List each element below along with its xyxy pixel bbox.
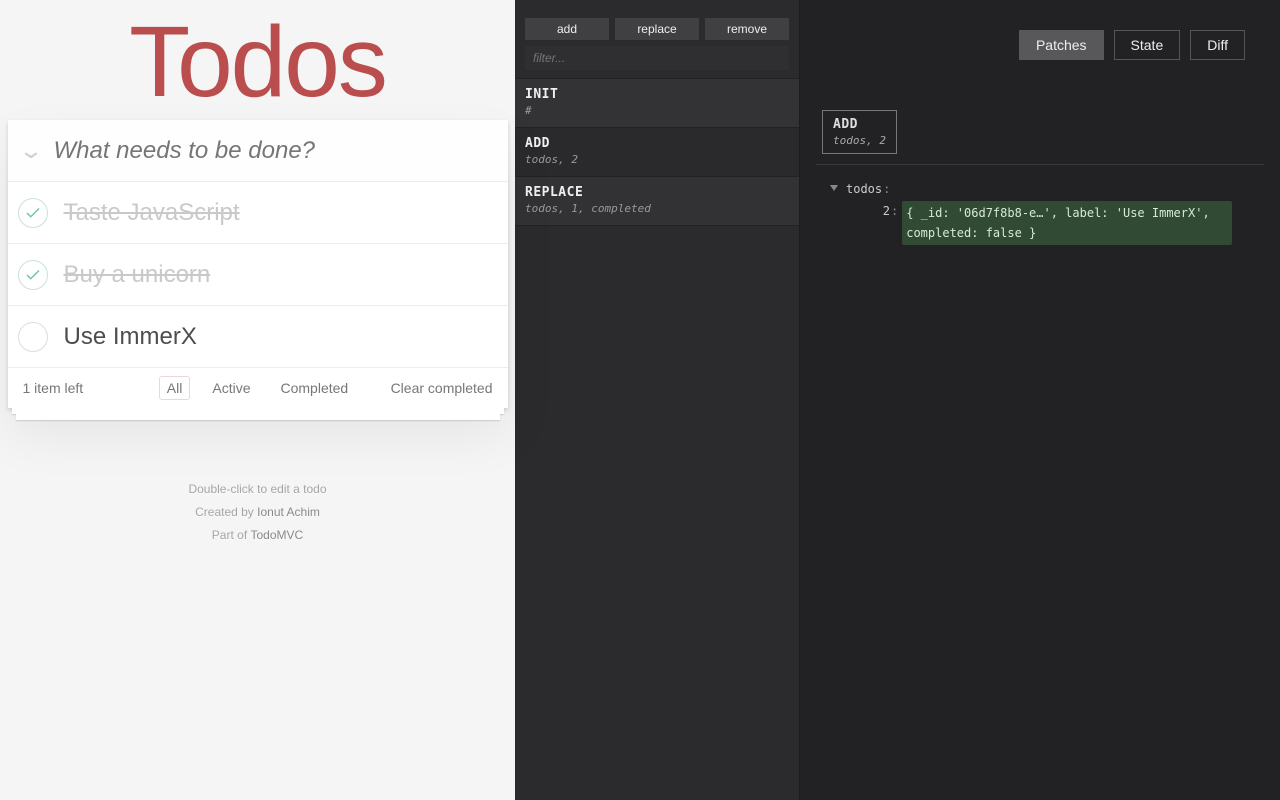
selected-patch-chip: ADD todos, 2 <box>822 110 897 154</box>
tree-value: { _id: '06d7f8b8-e…', label: 'Use ImmerX… <box>902 201 1232 246</box>
tree-key: todos <box>846 179 882 201</box>
author-link[interactable]: Ionut Achim <box>257 505 320 519</box>
log-entry-path: # <box>525 104 789 117</box>
items-left-label: 1 item left <box>23 380 84 396</box>
todo-panel: Todos ⌄ Taste JavaScript Buy a unicorn U… <box>0 0 515 800</box>
todo-card: ⌄ Taste JavaScript Buy a unicorn Use Imm… <box>8 120 508 408</box>
log-entry[interactable]: ADD todos, 2 <box>515 128 799 177</box>
tree-root-row[interactable]: todos: <box>830 179 1268 201</box>
tab-patches[interactable]: Patches <box>1019 30 1104 60</box>
log-filter-row <box>515 46 799 78</box>
todo-label: Taste JavaScript <box>64 199 492 227</box>
log-entry-path: todos, 1, completed <box>525 202 789 215</box>
list-item[interactable]: Use ImmerX <box>8 306 508 368</box>
divider <box>816 164 1264 165</box>
log-entry-op: ADD <box>525 136 789 151</box>
checkmark-icon[interactable] <box>18 322 48 352</box>
info-hint: Double-click to edit a todo <box>188 478 326 501</box>
clear-completed-button[interactable]: Clear completed <box>391 380 493 396</box>
new-todo-row: ⌄ <box>8 120 508 182</box>
todo-footer: 1 item left All Active Completed Clear c… <box>8 368 508 408</box>
patch-tree: todos: 2: { _id: '06d7f8b8-e…', label: '… <box>830 179 1268 245</box>
todomvc-link[interactable]: TodoMVC <box>250 528 303 542</box>
add-button[interactable]: add <box>525 18 609 40</box>
remove-button[interactable]: remove <box>705 18 789 40</box>
action-log-panel: add replace remove INIT # ADD todos, 2 R… <box>515 0 800 800</box>
colon: : <box>891 201 898 223</box>
chip-path: todos, 2 <box>833 134 886 147</box>
new-todo-input[interactable] <box>54 137 508 165</box>
filter-active[interactable]: Active <box>204 376 258 400</box>
log-entry-path: todos, 2 <box>525 153 789 166</box>
log-entry[interactable]: INIT # <box>515 78 799 128</box>
list-item[interactable]: Taste JavaScript <box>8 182 508 244</box>
card-shadow-decoration <box>8 408 508 418</box>
todo-label: Use ImmerX <box>64 323 492 351</box>
tab-diff[interactable]: Diff <box>1190 30 1245 60</box>
log-toolbar: add replace remove <box>515 0 799 46</box>
info-created-prefix: Created by <box>195 505 257 519</box>
tree-value-row[interactable]: 2: { _id: '06d7f8b8-e…', label: 'Use Imm… <box>836 201 1268 246</box>
tree-index: 2 <box>836 201 890 223</box>
info-footer: Double-click to edit a todo Created by I… <box>188 478 326 546</box>
todo-label: Buy a unicorn <box>64 261 492 289</box>
page-title: Todos <box>129 5 386 120</box>
replace-button[interactable]: replace <box>615 18 699 40</box>
checkmark-icon[interactable] <box>18 260 48 290</box>
log-entry-op: REPLACE <box>525 185 789 200</box>
filter-all[interactable]: All <box>159 376 191 400</box>
disclosure-down-icon[interactable] <box>830 185 838 191</box>
chevron-down-icon[interactable]: ⌄ <box>0 138 63 164</box>
log-filter-input[interactable] <box>525 46 789 70</box>
inspector-panel: Patches State Diff ADD todos, 2 todos: 2… <box>800 0 1280 800</box>
info-partof-prefix: Part of <box>212 528 251 542</box>
checkmark-icon[interactable] <box>18 198 48 228</box>
list-item[interactable]: Buy a unicorn <box>8 244 508 306</box>
tab-state[interactable]: State <box>1114 30 1181 60</box>
log-entry[interactable]: REPLACE todos, 1, completed <box>515 177 799 226</box>
inspector-tabs: Patches State Diff <box>1019 30 1245 60</box>
log-entry-op: INIT <box>525 87 789 102</box>
filter-completed[interactable]: Completed <box>272 376 356 400</box>
colon: : <box>883 179 890 201</box>
chip-op: ADD <box>833 117 886 132</box>
